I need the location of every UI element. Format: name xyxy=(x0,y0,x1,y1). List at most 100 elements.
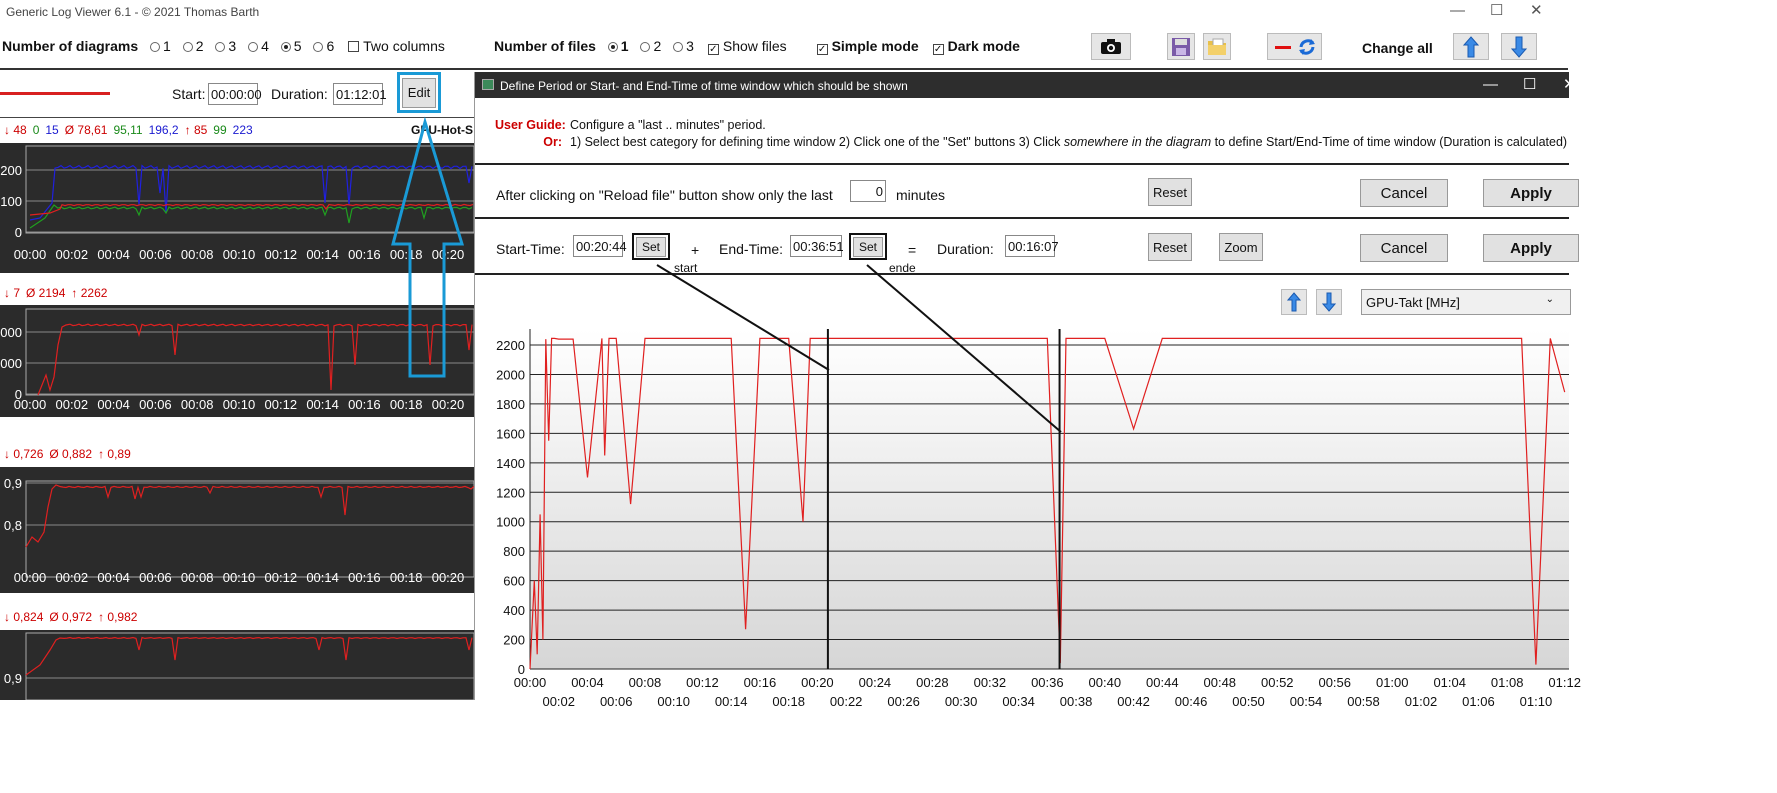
y-tick-label: 1000 xyxy=(496,515,525,530)
folder-icon xyxy=(1208,38,1226,55)
diagram-option-5: 5 xyxy=(293,38,302,54)
x-tick-label: 00:56 xyxy=(1318,675,1352,690)
x-tick-label-secondary: 00:54 xyxy=(1289,694,1323,709)
file-option-3: 3 xyxy=(686,38,694,54)
diagrams-label: Number of diagrams xyxy=(2,38,139,54)
show-files-checkbox[interactable]: ✓ xyxy=(707,44,719,55)
y-tick-label: 200 xyxy=(503,633,525,648)
change-all-label: Change all xyxy=(1362,40,1433,56)
diagram-option-2: 2 xyxy=(195,38,204,54)
x-tick-label-secondary: 00:42 xyxy=(1117,694,1150,709)
y-tick-label: 400 xyxy=(503,603,525,618)
simple-mode-checkbox[interactable]: ✓ xyxy=(816,44,828,55)
file-radio-2[interactable] xyxy=(640,42,651,52)
diagram-radio-1[interactable] xyxy=(150,42,161,52)
camera-button[interactable] xyxy=(1091,33,1131,60)
save-button[interactable] xyxy=(1167,33,1195,60)
x-tick-label: 00:04 xyxy=(571,675,604,690)
x-tick-label: 00:24 xyxy=(858,675,892,690)
y-tick-label: 2200 xyxy=(496,338,525,353)
diagram-option-1: 1 xyxy=(163,38,171,54)
toolbar: Number of diagrams 1 2 3 4 5 6 Two colum… xyxy=(0,30,1568,64)
x-tick-label-secondary: 00:26 xyxy=(887,694,920,709)
x-tick-label-secondary: 00:58 xyxy=(1347,694,1380,709)
x-tick-label-secondary: 00:18 xyxy=(772,694,805,709)
move-down-all-button[interactable] xyxy=(1501,33,1537,60)
diagram-radio-6[interactable] xyxy=(313,42,324,52)
x-tick-label-secondary: 00:34 xyxy=(1002,694,1035,709)
minimize-icon[interactable]: — xyxy=(1450,2,1465,20)
edit-hint-arrow xyxy=(391,116,465,378)
floppy-icon xyxy=(1172,37,1190,56)
x-tick-label: 00:48 xyxy=(1203,675,1237,690)
x-tick-label: 01:00 xyxy=(1375,675,1409,690)
x-tick-label-secondary: 00:14 xyxy=(714,694,748,709)
camera-icon xyxy=(1101,38,1121,54)
y-tick-label: 1600 xyxy=(496,426,525,441)
simple-mode-label: Simple mode xyxy=(831,38,919,54)
diagram-option-4: 4 xyxy=(261,38,269,54)
time-window-dialog: Define Period or Start- and End-Time of … xyxy=(474,72,1581,709)
x-tick-label: 00:16 xyxy=(743,675,777,690)
color-refresh-icon xyxy=(1274,38,1315,55)
x-tick-label: 00:40 xyxy=(1088,675,1122,690)
file-option-1: 1 xyxy=(620,38,629,54)
x-tick-label: 00:08 xyxy=(628,675,662,690)
y-tick-label: 1800 xyxy=(496,397,525,412)
y-tick-label: 600 xyxy=(503,574,525,589)
y-tick-label: 800 xyxy=(503,544,525,559)
file-radio-3[interactable] xyxy=(673,42,684,52)
show-files-label: Show files xyxy=(722,38,787,54)
files-label: Number of files xyxy=(494,38,596,54)
window-title: Generic Log Viewer 6.1 - © 2021 Thomas B… xyxy=(6,5,260,19)
x-tick-label-secondary: 01:06 xyxy=(1462,694,1495,709)
close-icon[interactable]: ✕ xyxy=(1530,2,1543,20)
diagram-radio-5[interactable] xyxy=(280,42,291,52)
x-tick-label-secondary: 00:38 xyxy=(1059,694,1093,709)
x-tick-label-secondary: 00:50 xyxy=(1232,694,1265,709)
open-folder-button[interactable] xyxy=(1203,33,1231,60)
x-tick-label-secondary: 00:02 xyxy=(542,694,576,709)
x-tick-label-secondary: 01:10 xyxy=(1519,694,1553,709)
x-tick-label-secondary: 01:02 xyxy=(1404,694,1438,709)
x-tick-label-secondary: 00:46 xyxy=(1174,694,1208,709)
diagram-count-group: Number of diagrams 1 2 3 4 5 6 Two colum… xyxy=(2,38,445,54)
move-up-all-button[interactable] xyxy=(1453,33,1489,60)
main-chart[interactable]: 0200400600800100012001400160018002000220… xyxy=(475,72,1569,700)
file-option-2: 2 xyxy=(653,38,662,54)
x-tick-label-secondary: 00:22 xyxy=(829,694,863,709)
x-tick-label: 00:00 xyxy=(513,675,547,690)
x-tick-label: 00:52 xyxy=(1260,675,1294,690)
x-tick-label: 00:32 xyxy=(973,675,1007,690)
diagram-radio-2[interactable] xyxy=(182,42,193,52)
x-tick-label: 01:08 xyxy=(1490,675,1524,690)
y-tick-label: 1200 xyxy=(496,485,525,500)
x-tick-label: 00:28 xyxy=(916,675,949,690)
x-tick-label-secondary: 00:06 xyxy=(599,694,633,709)
two-columns-label: Two columns xyxy=(363,38,445,54)
x-tick-label-secondary: 00:10 xyxy=(657,694,690,709)
dark-mode-label: Dark mode xyxy=(947,38,1020,54)
arrow-down-icon xyxy=(1511,36,1527,58)
x-tick-label-secondary: 00:30 xyxy=(944,694,978,709)
two-columns-checkbox[interactable] xyxy=(348,41,360,52)
diagram-option-3: 3 xyxy=(228,38,237,54)
x-tick-label: 00:44 xyxy=(1146,675,1179,690)
y-tick-label: 1400 xyxy=(496,456,525,471)
x-tick-label: 01:12 xyxy=(1548,675,1581,690)
arrow-up-icon xyxy=(1463,35,1479,57)
diagram-radio-4[interactable] xyxy=(248,42,259,52)
x-tick-label: 00:12 xyxy=(686,675,719,690)
x-tick-label: 00:20 xyxy=(801,675,834,690)
file-radio-1[interactable] xyxy=(607,42,618,52)
x-tick-label: 00:36 xyxy=(1031,675,1064,690)
diagram-panel: Start: 00:00:00 Duration: 01:12:01 Edit … xyxy=(0,70,474,700)
y-tick-label: 2000 xyxy=(496,367,525,382)
title-bar: Generic Log Viewer 6.1 - © 2021 Thomas B… xyxy=(0,0,1568,24)
color-cycle-button[interactable] xyxy=(1267,33,1322,60)
diagram-radio-3[interactable] xyxy=(215,42,226,52)
diagram-option-6: 6 xyxy=(326,38,335,54)
x-tick-label: 01:04 xyxy=(1433,675,1466,690)
dark-mode-checkbox[interactable]: ✓ xyxy=(932,44,944,55)
maximize-icon[interactable]: ☐ xyxy=(1490,2,1503,20)
